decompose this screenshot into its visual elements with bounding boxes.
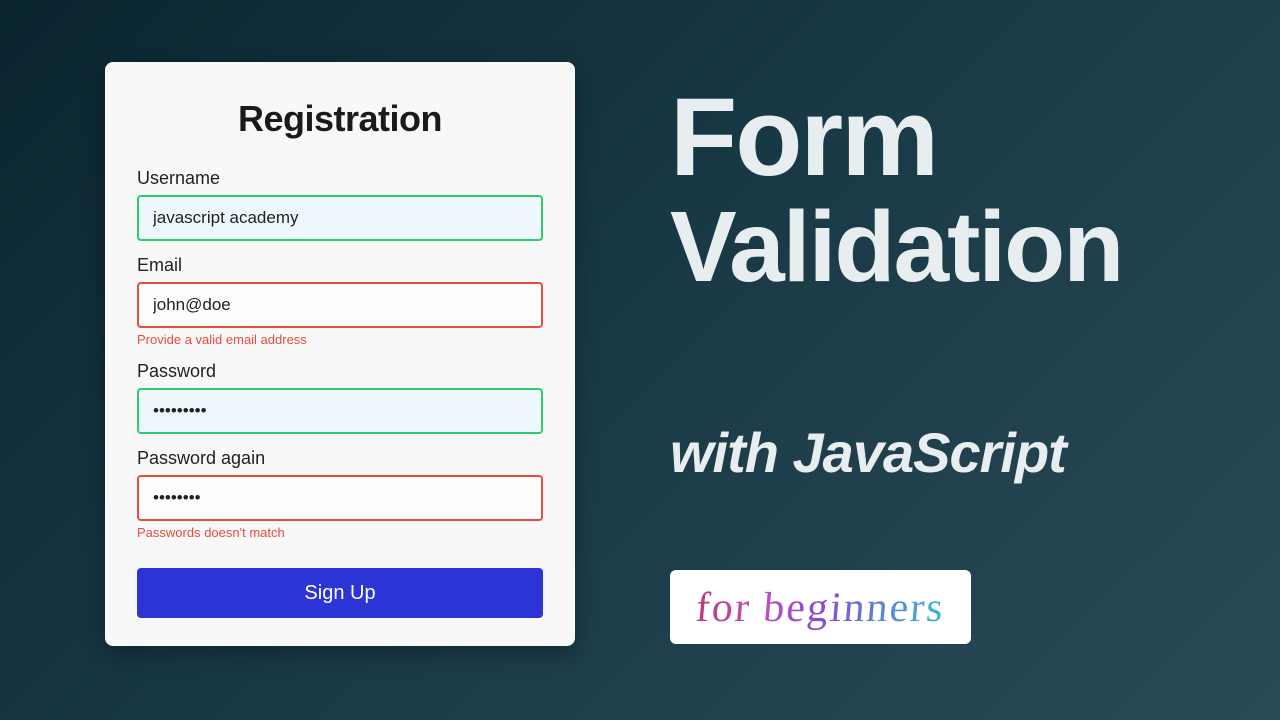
subheadline: with JavaScript — [670, 420, 1066, 485]
form-title: Registration — [137, 98, 543, 140]
headline-line2: Validation — [670, 192, 1122, 302]
password2-field: Password again Passwords doesn't match — [137, 448, 543, 540]
username-field: Username — [137, 168, 543, 241]
beginners-badge-text: for beginners — [694, 584, 947, 632]
email-field: Email Provide a valid email address — [137, 255, 543, 347]
username-label: Username — [137, 168, 543, 189]
password2-label: Password again — [137, 448, 543, 469]
password-field: Password — [137, 361, 543, 434]
username-input[interactable] — [137, 195, 543, 241]
password-label: Password — [137, 361, 543, 382]
email-error: Provide a valid email address — [137, 332, 543, 347]
beginners-badge: for beginners — [670, 570, 971, 644]
email-input[interactable] — [137, 282, 543, 328]
password-input[interactable] — [137, 388, 543, 434]
email-label: Email — [137, 255, 543, 276]
signup-button[interactable]: Sign Up — [137, 568, 543, 618]
headline: Form Validation — [670, 80, 1122, 302]
password2-error: Passwords doesn't match — [137, 525, 543, 540]
password2-input[interactable] — [137, 475, 543, 521]
registration-card: Registration Username Email Provide a va… — [105, 62, 575, 646]
headline-line1: Form — [670, 80, 1122, 196]
